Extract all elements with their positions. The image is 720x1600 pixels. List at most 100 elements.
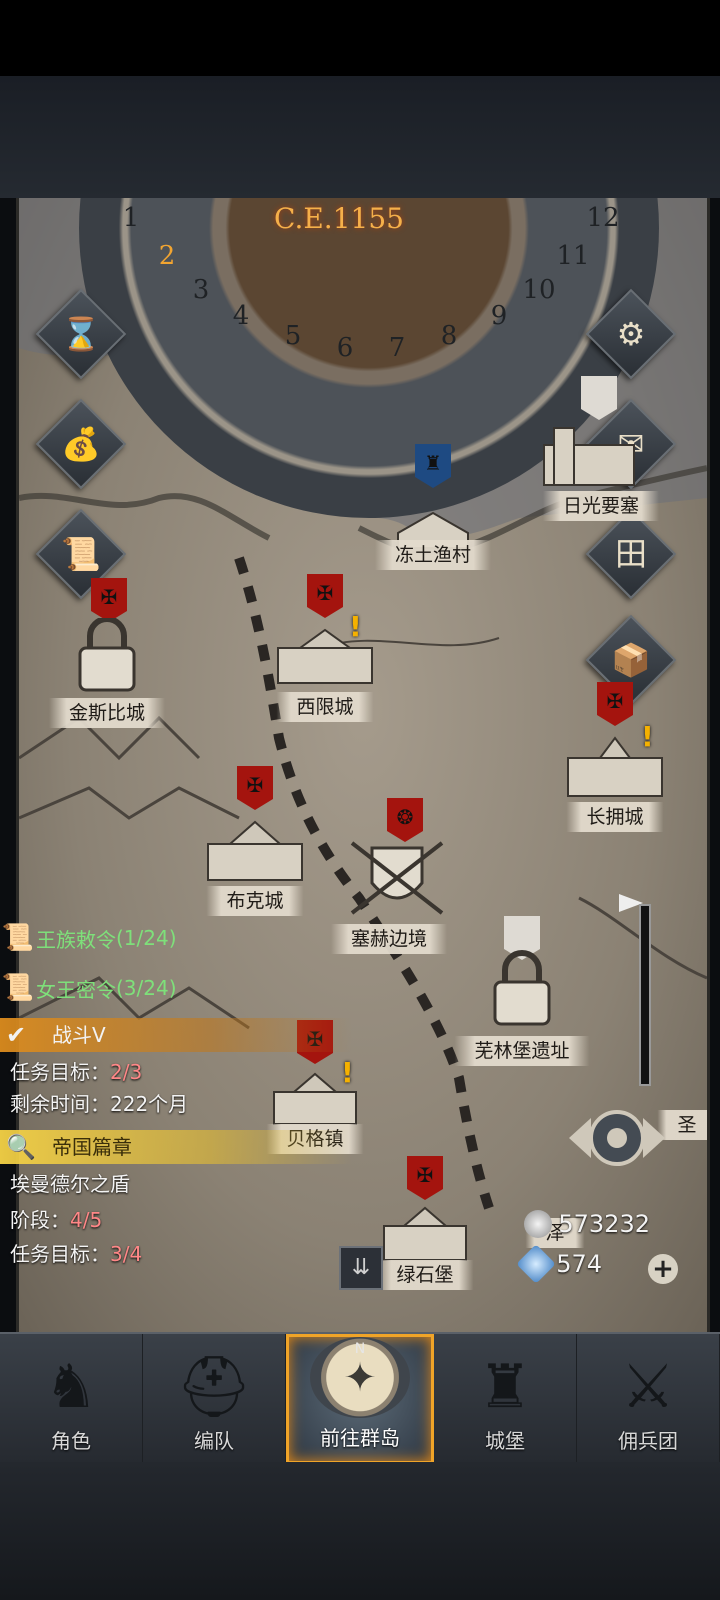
helmet-icon: ⛑ — [175, 1352, 253, 1422]
label-sunlight-fortress[interactable]: 日光要塞 — [542, 491, 660, 521]
empire-target-label: 任务目标： — [10, 1242, 110, 1266]
empire-stage-line: 阶段：4/5 — [10, 1204, 102, 1233]
empire-stage-value: 4/5 — [70, 1208, 103, 1232]
crest-icon: ✠ — [246, 773, 264, 798]
crest-icon: ♜ — [424, 451, 442, 476]
battle-quest-header[interactable]: ✔ 战斗V — [0, 1018, 352, 1052]
knight-icon: ♞ — [44, 1352, 98, 1422]
label-saher-border[interactable]: 塞赫边境 — [330, 924, 448, 954]
silver-amount: 573232 — [558, 1210, 650, 1238]
empire-target-line: 任务目标：3/4 — [10, 1238, 142, 1267]
top-frame-band — [0, 76, 720, 198]
crest-icon: ❂ — [396, 805, 414, 830]
queen-scroll-icon: 📜 — [1, 973, 35, 1003]
battle-quest-title: 战斗V — [52, 1023, 106, 1047]
battle-target-label: 任务目标： — [10, 1060, 110, 1084]
battle-time-label: 剩余时间： — [10, 1092, 110, 1116]
gear-icon: ⚙ — [616, 315, 646, 353]
label-west-limit[interactable]: 西限城 — [276, 692, 374, 722]
label-frozen-village[interactable]: 冻土渔村 — [374, 540, 492, 570]
city-kingsby-locked[interactable] — [52, 616, 162, 692]
tab-formation[interactable]: ⛑ 编队 — [143, 1334, 286, 1464]
tab-go-to-islands-label: 前往群岛 — [320, 1426, 400, 1450]
compass-north-label: N — [354, 1341, 366, 1357]
empire-quest-header[interactable]: 🔍 帝国篇章 — [0, 1130, 352, 1164]
crystal-amount: 574 — [556, 1250, 602, 1278]
royal-decree-label: 王族敕令 — [36, 927, 116, 952]
label-buck[interactable]: 布克城 — [206, 886, 304, 916]
month-12[interactable]: 12 — [586, 203, 619, 233]
silver-coin-icon — [524, 1210, 553, 1238]
crest-icon: ✠ — [100, 585, 118, 610]
city-buck[interactable] — [200, 814, 310, 884]
tab-character[interactable]: ♞ 角色 — [0, 1334, 143, 1464]
money-bag-icon: 💰 — [61, 425, 101, 463]
month-11[interactable]: 11 — [556, 241, 589, 271]
royal-decree-row[interactable]: 📜 王族敕令 (1/24) — [0, 918, 177, 958]
bottom-frame-band — [0, 1462, 720, 1600]
tab-formation-label: 编队 — [194, 1429, 234, 1453]
tab-character-label: 角色 — [51, 1429, 91, 1453]
month-3[interactable]: 3 — [193, 275, 210, 305]
castle-icon: ♜ — [478, 1352, 532, 1422]
month-1[interactable]: 1 — [123, 203, 140, 233]
empire-subtitle: 埃曼德尔之盾 — [10, 1172, 130, 1196]
decree-scroll-icon: 📜 — [1, 923, 35, 953]
collapse-quest-button[interactable]: ⇊ — [339, 1246, 383, 1290]
royal-decree-progress: (1/24) — [116, 926, 177, 950]
year-display: C.E.1155 — [274, 202, 404, 235]
month-5[interactable]: 5 — [285, 321, 302, 351]
city-green-stone[interactable] — [370, 1196, 480, 1266]
tab-mercenary[interactable]: ⚔ 佣兵团 — [577, 1334, 720, 1464]
add-crystal-button[interactable]: + — [648, 1254, 678, 1284]
month-4[interactable]: 4 — [233, 301, 250, 331]
crest-icon: ✠ — [316, 581, 334, 606]
queen-order-progress: (3/24) — [116, 976, 177, 1000]
queen-order-label: 女王密令 — [36, 977, 116, 1002]
month-7[interactable]: 7 — [389, 333, 406, 363]
battle-time-line: 剩余时间：222个月 — [10, 1088, 188, 1117]
battle-time-value: 222个月 — [110, 1092, 189, 1116]
label-kingsby[interactable]: 金斯比城 — [48, 698, 166, 728]
label-green-stone[interactable]: 绿石堡 — [376, 1260, 474, 1290]
month-10[interactable]: 10 — [522, 275, 555, 305]
mercenary-icon: ⚔ — [621, 1352, 675, 1422]
zoom-slider[interactable] — [639, 904, 651, 1086]
tab-mercenary-label: 佣兵团 — [618, 1429, 678, 1453]
check-badge-icon: ✔ — [6, 1021, 27, 1049]
locate-button[interactable] — [567, 1103, 667, 1173]
bottom-tab-bar: ♞ 角色 ⛑ 编队 N ✦ 前往群岛 ♜ 城堡 ⚔ 佣兵团 — [0, 1332, 720, 1464]
month-6[interactable]: 6 — [337, 333, 354, 363]
top-black-bar — [0, 0, 720, 76]
label-long-embrace[interactable]: 长拥城 — [566, 802, 664, 832]
hourglass-icon: ⌛ — [61, 315, 101, 353]
city-sunlight-fortress[interactable] — [534, 420, 644, 490]
crest-icon: ✠ — [416, 1163, 434, 1188]
month-8[interactable]: 8 — [441, 321, 458, 351]
empire-target-value: 3/4 — [110, 1242, 143, 1266]
month-9[interactable]: 9 — [491, 301, 508, 331]
crest-icon: ✠ — [606, 689, 624, 714]
crystal-currency: 574 — [516, 1244, 602, 1284]
tab-castle[interactable]: ♜ 城堡 — [434, 1334, 577, 1464]
empire-quest-title: 帝国篇章 — [52, 1135, 132, 1159]
label-wulin-ruins[interactable]: 芜林堡遗址 — [454, 1036, 590, 1066]
grid-icon: 田 — [614, 535, 648, 573]
month-2[interactable]: 2 — [159, 241, 176, 271]
queen-order-row[interactable]: 📜 女王密令 (3/24) — [0, 968, 177, 1008]
city-long-embrace[interactable] — [560, 730, 670, 800]
city-saher-border[interactable] — [342, 838, 452, 915]
battle-target-value: 2/3 — [110, 1060, 143, 1084]
city-west-limit[interactable] — [270, 618, 380, 688]
city-wulin-ruins-locked[interactable] — [467, 950, 577, 1026]
empire-stage-label: 阶段： — [10, 1208, 70, 1232]
search-icon: 🔍 — [6, 1133, 36, 1161]
scroll-icon: 📜 — [61, 535, 101, 573]
crystal-icon — [516, 1244, 556, 1284]
battle-target-line: 任务目标：2/3 — [10, 1056, 142, 1085]
city-berg-town[interactable] — [260, 1060, 370, 1130]
tab-go-to-islands[interactable]: N ✦ 前往群岛 — [286, 1334, 434, 1464]
silver-currency: 573232 — [524, 1210, 650, 1238]
tab-castle-label: 城堡 — [485, 1429, 525, 1453]
supplies-icon: 📦 — [611, 641, 651, 679]
